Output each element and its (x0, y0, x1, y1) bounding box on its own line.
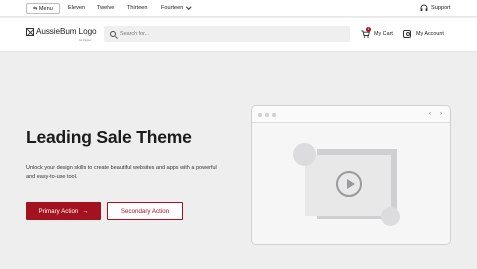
mockup-toolbar: ‹ › (252, 106, 450, 123)
window-dot-icon (258, 113, 262, 117)
cart-icon: 1 (361, 27, 371, 38)
window-dot-icon (272, 113, 276, 117)
logo-text: AussieBum Logo (36, 27, 97, 36)
secondary-action-button[interactable]: Secondary Action (107, 202, 183, 220)
chevron-down-icon (186, 3, 192, 9)
cart-count-badge: 1 (366, 27, 371, 32)
chevron-right-icon: › (440, 111, 442, 117)
account-button[interactable]: My Account (403, 30, 444, 38)
hero-title: Leading Sale Theme (26, 127, 192, 147)
chevron-left-icon: ‹ (429, 111, 431, 117)
arrow-right-icon: → (82, 207, 89, 215)
menu-label: Menu (38, 5, 53, 12)
cart-label: My Cart (374, 30, 393, 37)
primary-action-button[interactable]: Primary Action → (26, 202, 101, 220)
nav-link-eleven[interactable]: Eleven (68, 5, 85, 11)
hero-description: Unlock your design skills to create beau… (26, 165, 217, 180)
secondary-action-label: Secondary Action (120, 207, 170, 215)
nav-link-fourteen-label: Fourteen (161, 5, 184, 11)
browser-mockup: ‹ › (251, 105, 451, 245)
support-label: Support (431, 5, 451, 11)
nav-link-thirteen[interactable]: Thirteen (127, 5, 148, 11)
play-icon (336, 171, 362, 197)
decorative-circle (381, 207, 400, 226)
user-icon (403, 30, 411, 38)
main-header: AussieBum Logo for Figma Search for... 1… (0, 18, 477, 52)
search-input[interactable]: Search for... (104, 26, 350, 42)
menu-button[interactable]: ⇆ Menu (26, 3, 60, 14)
logo-subtext: for Figma (79, 38, 91, 42)
logo[interactable]: AussieBum Logo (26, 27, 97, 36)
search-placeholder: Search for... (120, 31, 150, 37)
search-icon (110, 31, 116, 37)
logo-icon (26, 27, 34, 36)
decorative-circle (293, 143, 316, 166)
support-link[interactable]: Support (420, 4, 451, 12)
cart-button[interactable]: 1 My Cart (361, 27, 393, 38)
nav-link-twelve[interactable]: Twelve (97, 5, 114, 11)
headset-icon (420, 4, 428, 11)
nav-link-fourteen[interactable]: Fourteen (161, 3, 192, 11)
window-dot-icon (265, 113, 269, 117)
account-label: My Account (416, 31, 444, 37)
utility-bar: ⇆ Menu Eleven Twelve Thirteen Fourteen S… (0, 0, 477, 17)
menu-icon: ⇆ (33, 5, 37, 12)
primary-action-label: Primary Action (38, 207, 79, 215)
